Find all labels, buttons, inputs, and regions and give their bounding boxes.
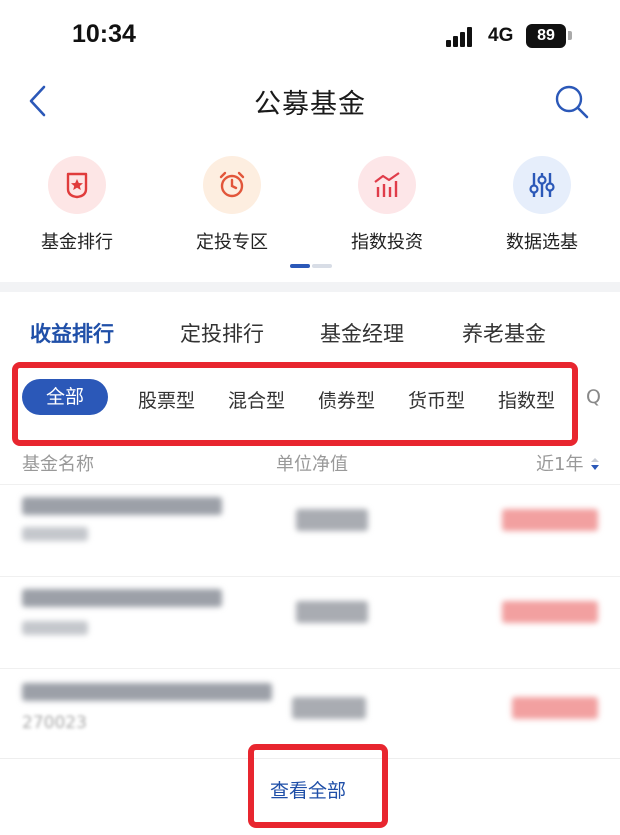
fund-code: 270023 — [22, 713, 87, 733]
battery-cap — [568, 31, 572, 40]
quick-entry-label: 基金排行 — [41, 232, 113, 253]
network-type: 4G — [488, 25, 514, 46]
status-bar: 10:34 4G 89 — [0, 0, 620, 70]
ranking-tabs: 收益排行 定投排行 基金经理 养老基金 — [0, 292, 620, 366]
highlight-box-filter — [12, 362, 578, 446]
tab-pension-fund[interactable]: 养老基金 — [462, 318, 546, 348]
quick-entry-label: 指数投资 — [351, 232, 423, 253]
battery-icon: 89 — [526, 24, 566, 48]
alarm-clock-icon — [203, 156, 261, 214]
fund-name-redacted — [22, 683, 272, 701]
table-row[interactable] — [0, 576, 620, 668]
nav-redacted — [296, 601, 368, 623]
fund-name-redacted — [22, 589, 222, 607]
bar-trend-icon — [358, 156, 416, 214]
highlight-box-view-all — [248, 744, 388, 828]
fund-code-redacted — [22, 527, 88, 541]
quick-entry-index-invest[interactable]: 指数投资 — [317, 156, 457, 254]
table-header: 基金名称 单位净值 近1年 — [0, 444, 620, 484]
chip-more[interactable]: Q — [586, 386, 601, 408]
status-time: 10:34 — [72, 20, 136, 48]
return-redacted — [512, 697, 598, 719]
nav-header: 公募基金 — [0, 70, 620, 134]
signal-icon — [446, 27, 480, 47]
column-1y-return[interactable]: 近1年 — [536, 450, 583, 476]
table-row[interactable] — [0, 484, 620, 576]
return-redacted — [502, 601, 598, 623]
quick-entry-data-select[interactable]: 数据选基 — [472, 156, 612, 254]
page-title: 公募基金 — [254, 89, 366, 120]
sort-desc-icon[interactable] — [590, 455, 600, 470]
tab-auto-invest-ranking[interactable]: 定投排行 — [180, 318, 264, 348]
search-icon[interactable] — [554, 84, 590, 120]
page-indicator — [290, 264, 332, 269]
badge-star-icon — [48, 156, 106, 214]
quick-entries: 基金排行 定投专区 指数投资 数据选基 — [0, 134, 620, 282]
tab-fund-manager[interactable]: 基金经理 — [320, 318, 404, 348]
quick-entry-fund-ranking[interactable]: 基金排行 — [7, 156, 147, 254]
column-fund-name: 基金名称 — [22, 454, 94, 475]
return-redacted — [502, 509, 598, 531]
column-nav: 单位净值 — [276, 454, 348, 475]
ranking-card: 收益排行 定投排行 基金经理 养老基金 全部 股票型 混合型 债券型 货币型 指… — [0, 292, 620, 835]
tab-return-ranking[interactable]: 收益排行 — [30, 318, 114, 348]
quick-entry-label: 数据选基 — [506, 232, 578, 253]
quick-entry-auto-invest[interactable]: 定投专区 — [162, 156, 302, 254]
nav-redacted — [296, 509, 368, 531]
sliders-icon — [513, 156, 571, 214]
quick-entry-label: 定投专区 — [196, 232, 268, 253]
fund-name-redacted — [22, 497, 222, 515]
fund-code-redacted — [22, 621, 88, 635]
nav-redacted — [292, 697, 366, 719]
